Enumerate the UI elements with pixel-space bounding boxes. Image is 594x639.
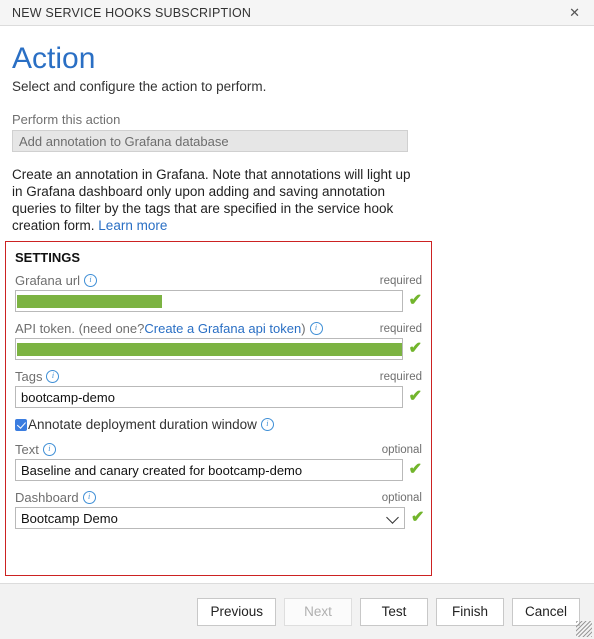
- info-icon[interactable]: i: [82, 491, 96, 504]
- dialog-body: Action Select and configure the action t…: [0, 26, 594, 234]
- dashboard-select[interactable]: Bootcamp Demo: [15, 507, 405, 529]
- text-row: Baseline and canary created for bootcamp…: [15, 459, 422, 481]
- api-token-row: ✔: [15, 338, 422, 360]
- redaction-bar: [17, 295, 162, 308]
- api-token-label-suffix: ): [301, 321, 306, 336]
- settings-title: SETTINGS: [15, 250, 81, 265]
- resize-grip-icon[interactable]: [576, 621, 592, 637]
- redaction-bar: [17, 343, 402, 356]
- grafana-url-row: ✔: [15, 290, 422, 312]
- page-title: Action: [12, 42, 96, 75]
- grafana-url-label: Grafana url: [15, 273, 81, 288]
- text-input[interactable]: Baseline and canary created for bootcamp…: [15, 459, 403, 481]
- action-description-text: Create an annotation in Grafana. Note th…: [12, 167, 411, 233]
- close-icon[interactable]: ✕: [565, 4, 584, 21]
- info-icon[interactable]: i: [42, 443, 56, 456]
- settings-panel: SETTINGS Grafana url i required ✔ API to…: [5, 241, 432, 576]
- dashboard-label-row: Dashboard i optional: [15, 490, 422, 505]
- create-api-token-link[interactable]: Create a Grafana api token: [144, 321, 301, 336]
- valid-check-icon: ✔: [408, 292, 422, 309]
- dashboard-select-wrap: Bootcamp Demo: [15, 507, 405, 529]
- learn-more-link[interactable]: Learn more: [98, 218, 167, 233]
- tags-requirement: required: [379, 370, 422, 383]
- finish-button[interactable]: Finish: [435, 597, 504, 626]
- info-icon[interactable]: i: [260, 418, 274, 431]
- valid-check-icon: ✔: [408, 340, 422, 357]
- info-icon[interactable]: i: [84, 274, 98, 287]
- test-button[interactable]: Test: [359, 597, 428, 626]
- info-icon[interactable]: i: [46, 370, 60, 383]
- cancel-button[interactable]: Cancel: [511, 597, 580, 626]
- perform-action-select[interactable]: Add annotation to Grafana database: [12, 130, 408, 152]
- valid-check-icon: ✔: [408, 388, 422, 405]
- dialog-footer: Previous Next Test Finish Cancel: [0, 583, 594, 639]
- text-label-row: Text i optional: [15, 442, 422, 457]
- api-token-label: API token. (need one?: [15, 321, 145, 336]
- annotate-duration-row: Annotate deployment duration window i: [15, 417, 422, 432]
- info-icon[interactable]: i: [309, 322, 323, 335]
- next-button: Next: [283, 597, 352, 626]
- grafana-url-input[interactable]: [15, 290, 403, 312]
- dashboard-label: Dashboard: [15, 490, 79, 505]
- tags-label: Tags: [15, 369, 43, 384]
- previous-button[interactable]: Previous: [197, 597, 276, 626]
- dashboard-row: Bootcamp Demo ✔: [15, 507, 425, 529]
- api-token-requirement: required: [379, 322, 422, 335]
- text-label: Text: [15, 442, 39, 457]
- action-description: Create an annotation in Grafana. Note th…: [12, 166, 412, 234]
- valid-check-icon: ✔: [411, 509, 425, 526]
- annotate-duration-checkbox[interactable]: [15, 418, 27, 431]
- tags-row: bootcamp-demo ✔: [15, 386, 422, 408]
- perform-action-label: Perform this action: [12, 112, 121, 127]
- dialog-titlebar: NEW SERVICE HOOKS SUBSCRIPTION ✕: [0, 0, 594, 26]
- grafana-url-label-row: Grafana url i required: [15, 273, 422, 288]
- grafana-url-requirement: required: [379, 274, 422, 287]
- api-token-input[interactable]: [15, 338, 403, 360]
- valid-check-icon: ✔: [408, 461, 422, 478]
- tags-label-row: Tags i required: [15, 369, 422, 384]
- tags-input[interactable]: bootcamp-demo: [15, 386, 403, 408]
- text-requirement: optional: [381, 443, 422, 456]
- page-subtitle: Select and configure the action to perfo…: [12, 79, 267, 94]
- dashboard-requirement: optional: [381, 491, 422, 504]
- annotate-duration-label: Annotate deployment duration window: [28, 417, 257, 432]
- dialog-title: NEW SERVICE HOOKS SUBSCRIPTION: [12, 5, 252, 20]
- api-token-label-row: API token. (need one? Create a Grafana a…: [15, 321, 422, 336]
